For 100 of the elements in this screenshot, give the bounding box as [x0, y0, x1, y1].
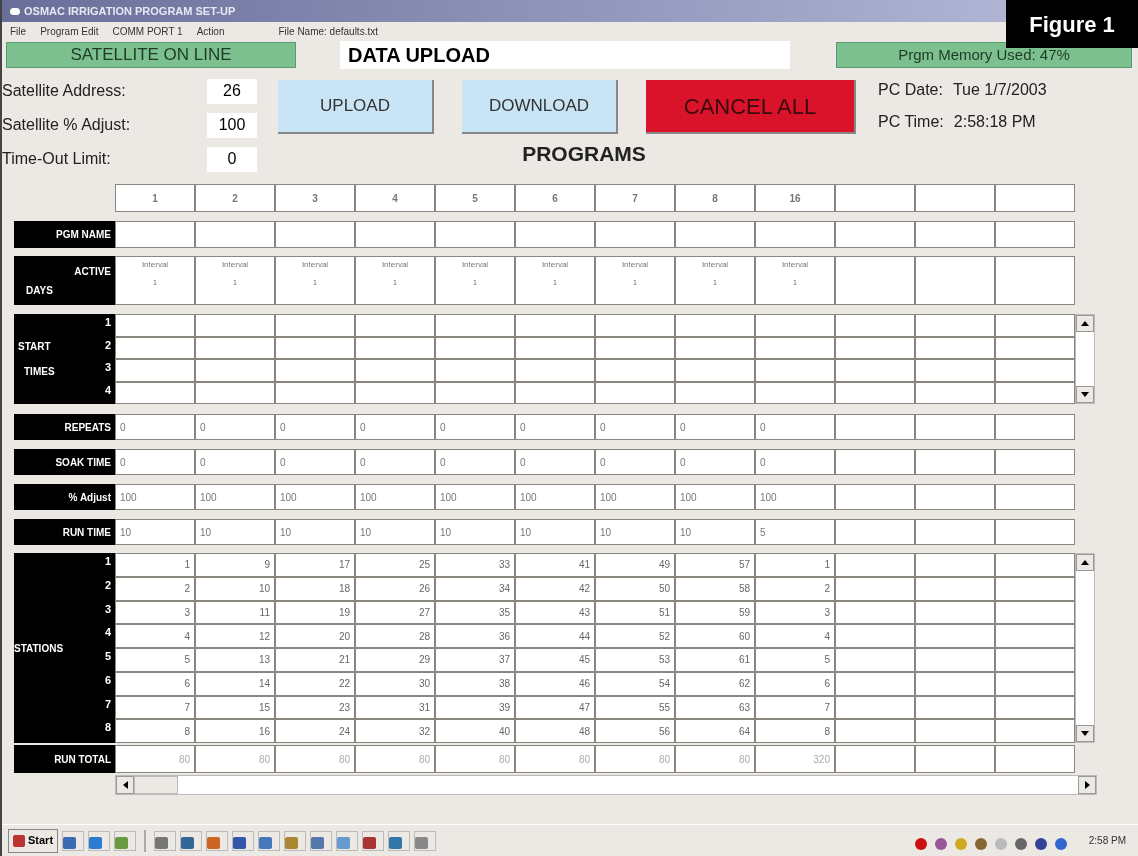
- table-cell[interactable]: 31: [355, 695, 435, 720]
- table-cell[interactable]: Interval 1: [675, 256, 755, 305]
- table-cell[interactable]: 0: [195, 449, 275, 475]
- table-cell[interactable]: 12: [195, 624, 275, 648]
- table-cell[interactable]: 0: [595, 449, 675, 475]
- taskbar-app-icon[interactable]: [154, 830, 177, 851]
- table-cell[interactable]: 63: [675, 695, 755, 720]
- start-button[interactable]: Start: [8, 828, 59, 853]
- taskbar-app-icon[interactable]: [206, 830, 229, 851]
- taskbar-app-icon[interactable]: [88, 830, 111, 851]
- column-header[interactable]: 8: [675, 184, 755, 212]
- vertical-scrollbar[interactable]: [1075, 553, 1095, 743]
- table-cell[interactable]: 0: [675, 449, 755, 475]
- table-cell[interactable]: 27: [355, 600, 435, 625]
- table-cell[interactable]: 59: [675, 600, 755, 625]
- table-cell[interactable]: 58: [675, 576, 755, 601]
- table-cell[interactable]: 0: [435, 449, 515, 475]
- column-header[interactable]: 5: [435, 184, 515, 212]
- table-cell[interactable]: 30: [355, 671, 435, 696]
- table-cell[interactable]: Interval: [541, 259, 569, 271]
- table-cell[interactable]: 100: [435, 484, 515, 510]
- table-cell[interactable]: 46: [515, 671, 595, 696]
- table-cell[interactable]: 1: [312, 277, 318, 289]
- table-cell[interactable]: 24: [275, 719, 355, 743]
- column-header[interactable]: 2: [195, 184, 275, 212]
- table-cell[interactable]: 0: [755, 449, 835, 475]
- table-cell[interactable]: 1: [232, 277, 238, 289]
- table-cell[interactable]: 5: [755, 648, 835, 672]
- table-cell[interactable]: 1: [392, 277, 398, 289]
- taskbar-app-icon[interactable]: [62, 830, 85, 851]
- table-cell[interactable]: Interval: [141, 259, 169, 271]
- table-cell[interactable]: 1: [552, 277, 558, 289]
- column-header[interactable]: 6: [515, 184, 595, 212]
- taskbar-app-icon[interactable]: [232, 830, 255, 851]
- table-cell[interactable]: Interval 1: [115, 256, 195, 305]
- table-cell[interactable]: 42: [515, 576, 595, 601]
- table-cell[interactable]: 16: [195, 719, 275, 743]
- table-cell[interactable]: 10: [355, 519, 435, 545]
- table-cell[interactable]: 100: [755, 484, 835, 510]
- table-cell[interactable]: 2: [115, 576, 195, 601]
- table-cell[interactable]: 52: [595, 624, 675, 648]
- table-cell[interactable]: 100: [515, 484, 595, 510]
- table-cell[interactable]: 18: [275, 576, 355, 601]
- table-cell[interactable]: 100: [115, 484, 195, 510]
- table-cell[interactable]: 23: [275, 695, 355, 720]
- table-cell[interactable]: 9: [195, 553, 275, 577]
- table-cell[interactable]: 4: [115, 624, 195, 648]
- column-header[interactable]: 3: [275, 184, 355, 212]
- table-cell[interactable]: 32: [355, 719, 435, 743]
- table-cell[interactable]: Interval 1: [755, 256, 835, 305]
- table-cell[interactable]: 0: [275, 414, 355, 440]
- table-cell[interactable]: 1: [712, 277, 718, 289]
- table-cell[interactable]: 8: [755, 719, 835, 743]
- table-cell[interactable]: 7: [755, 695, 835, 720]
- table-cell[interactable]: 43: [515, 600, 595, 625]
- action-button[interactable]: UPLOAD: [278, 80, 434, 134]
- table-cell[interactable]: 0: [435, 414, 515, 440]
- input-field[interactable]: 26: [207, 78, 257, 104]
- taskbar-app-icon[interactable]: [388, 830, 411, 851]
- table-cell[interactable]: 53: [595, 648, 675, 672]
- table-cell[interactable]: 0: [595, 414, 675, 440]
- table-cell[interactable]: 36: [435, 624, 515, 648]
- table-cell[interactable]: 50: [595, 576, 675, 601]
- table-cell[interactable]: Interval: [701, 259, 729, 271]
- table-cell[interactable]: 1: [792, 277, 798, 289]
- table-cell[interactable]: 14: [195, 671, 275, 696]
- table-cell[interactable]: 19: [275, 600, 355, 625]
- table-cell[interactable]: 61: [675, 648, 755, 672]
- table-cell[interactable]: Interval: [621, 259, 649, 271]
- table-cell[interactable]: 0: [195, 414, 275, 440]
- input-field[interactable]: 0: [207, 146, 257, 172]
- menu-item[interactable]: Action: [196, 23, 225, 39]
- column-header[interactable]: 4: [355, 184, 435, 212]
- table-cell[interactable]: 5: [115, 648, 195, 672]
- scroll-down-icon[interactable]: [1076, 386, 1094, 403]
- table-cell[interactable]: 20: [275, 624, 355, 648]
- menu-item[interactable]: COMM PORT 1: [112, 23, 183, 39]
- table-cell[interactable]: 45: [515, 648, 595, 672]
- table-cell[interactable]: 29: [355, 648, 435, 672]
- table-cell[interactable]: 0: [675, 414, 755, 440]
- taskbar-app-icon[interactable]: [414, 830, 437, 851]
- column-header[interactable]: 1: [115, 184, 195, 212]
- table-cell[interactable]: 48: [515, 719, 595, 743]
- vertical-scrollbar[interactable]: [1075, 314, 1095, 404]
- table-cell[interactable]: 35: [435, 600, 515, 625]
- table-cell[interactable]: 0: [355, 449, 435, 475]
- table-cell[interactable]: Interval 1: [195, 256, 275, 305]
- taskbar-app-icon[interactable]: [362, 830, 385, 851]
- table-cell[interactable]: 3: [755, 600, 835, 625]
- table-cell[interactable]: 10: [675, 519, 755, 545]
- scroll-right-icon[interactable]: [1078, 776, 1096, 794]
- taskbar-app-icon[interactable]: [336, 830, 359, 851]
- table-cell[interactable]: 13: [195, 648, 275, 672]
- table-cell[interactable]: 34: [435, 576, 515, 601]
- menu-item[interactable]: File: [10, 23, 27, 39]
- table-cell[interactable]: 3: [115, 600, 195, 625]
- table-cell[interactable]: 100: [355, 484, 435, 510]
- table-cell[interactable]: 0: [275, 449, 355, 475]
- table-cell[interactable]: 6: [115, 671, 195, 696]
- table-cell[interactable]: 0: [115, 414, 195, 440]
